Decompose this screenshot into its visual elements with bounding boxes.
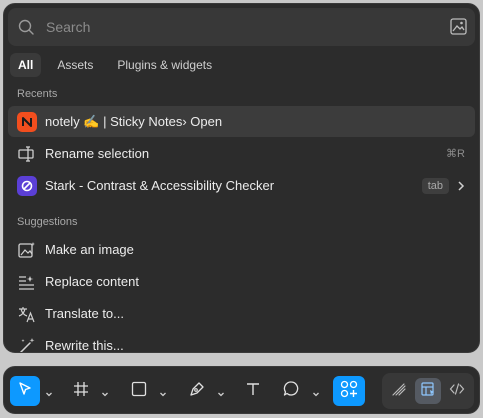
suggestions-heading: Suggestions	[17, 216, 78, 228]
rectangle-icon	[131, 381, 147, 402]
pencil-draw-icon	[391, 381, 407, 402]
list-item-label: Make an image	[45, 242, 134, 257]
actions-tool-button[interactable]	[333, 376, 365, 406]
list-item-label: notely ✍️ | Sticky Notes› Open	[45, 113, 223, 129]
image-sparkle-icon	[17, 240, 37, 260]
list-item-label: Rename selection	[45, 146, 150, 161]
notely-app-icon	[17, 112, 37, 132]
search-icon	[18, 19, 34, 40]
list-item-label: Stark - Contrast & Accessibility Checker	[45, 178, 275, 193]
tab-plugins-widgets[interactable]: Plugins & widgets	[109, 53, 220, 77]
tab-key-badge: tab	[421, 177, 449, 194]
list-item-notely[interactable]: notely ✍️ | Sticky Notes› Open	[8, 106, 475, 137]
chevron-down-icon[interactable]	[45, 385, 53, 403]
text-tool-button[interactable]	[238, 376, 268, 406]
list-item-stark[interactable]: Stark - Contrast & Accessibility Checker…	[8, 170, 475, 201]
tab-all[interactable]: All	[10, 53, 42, 77]
design-mode-button[interactable]	[415, 378, 441, 404]
comment-tool-button[interactable]	[276, 376, 306, 406]
bottom-toolbar	[3, 366, 480, 414]
move-tool-button[interactable]	[10, 376, 40, 406]
list-item-rewrite[interactable]: Rewrite this...	[8, 330, 475, 353]
design-layout-icon	[420, 381, 436, 402]
list-item-rename-selection[interactable]: Rename selection ⌘R	[8, 138, 475, 169]
replace-content-icon	[17, 272, 37, 292]
stark-app-icon	[17, 176, 37, 196]
filter-tabs: All Assets Plugins & widgets	[10, 53, 220, 77]
list-item-label: Translate to...	[45, 306, 124, 321]
rewrite-sparkle-icon	[17, 336, 37, 352]
pen-tool-button[interactable]	[182, 376, 212, 406]
frame-hash-icon	[73, 381, 89, 402]
search-bar[interactable]	[8, 8, 475, 46]
chevron-down-icon[interactable]	[312, 385, 320, 403]
translate-icon	[17, 304, 37, 324]
image-search-icon[interactable]	[450, 18, 467, 40]
chevron-down-icon[interactable]	[159, 385, 167, 403]
rename-icon	[17, 144, 37, 164]
dev-mode-button[interactable]	[444, 378, 470, 404]
quick-actions-panel: All Assets Plugins & widgets Recents not…	[3, 3, 480, 353]
frame-tool-button[interactable]	[66, 376, 96, 406]
list-item-label: Replace content	[45, 274, 139, 289]
pen-nib-icon	[189, 380, 206, 402]
actions-grid-icon	[340, 380, 358, 403]
comment-bubble-icon	[283, 380, 300, 402]
recents-heading: Recents	[17, 88, 58, 100]
list-item-replace-content[interactable]: Replace content	[8, 266, 475, 297]
code-brackets-icon	[449, 381, 465, 402]
draw-mode-button[interactable]	[386, 378, 412, 404]
chevron-right-icon[interactable]	[455, 179, 467, 197]
shape-tool-button[interactable]	[124, 376, 154, 406]
tab-assets[interactable]: Assets	[49, 53, 101, 77]
cursor-arrow-icon	[17, 381, 33, 402]
list-item-label: Rewrite this...	[45, 338, 124, 353]
mode-switcher	[382, 373, 474, 409]
list-item-translate[interactable]: Translate to...	[8, 298, 475, 329]
search-input[interactable]	[46, 16, 436, 38]
text-t-icon	[245, 381, 261, 402]
chevron-down-icon[interactable]	[101, 385, 109, 403]
keyboard-shortcut: ⌘R	[446, 148, 465, 160]
chevron-down-icon[interactable]	[217, 385, 225, 403]
list-item-make-image[interactable]: Make an image	[8, 234, 475, 265]
